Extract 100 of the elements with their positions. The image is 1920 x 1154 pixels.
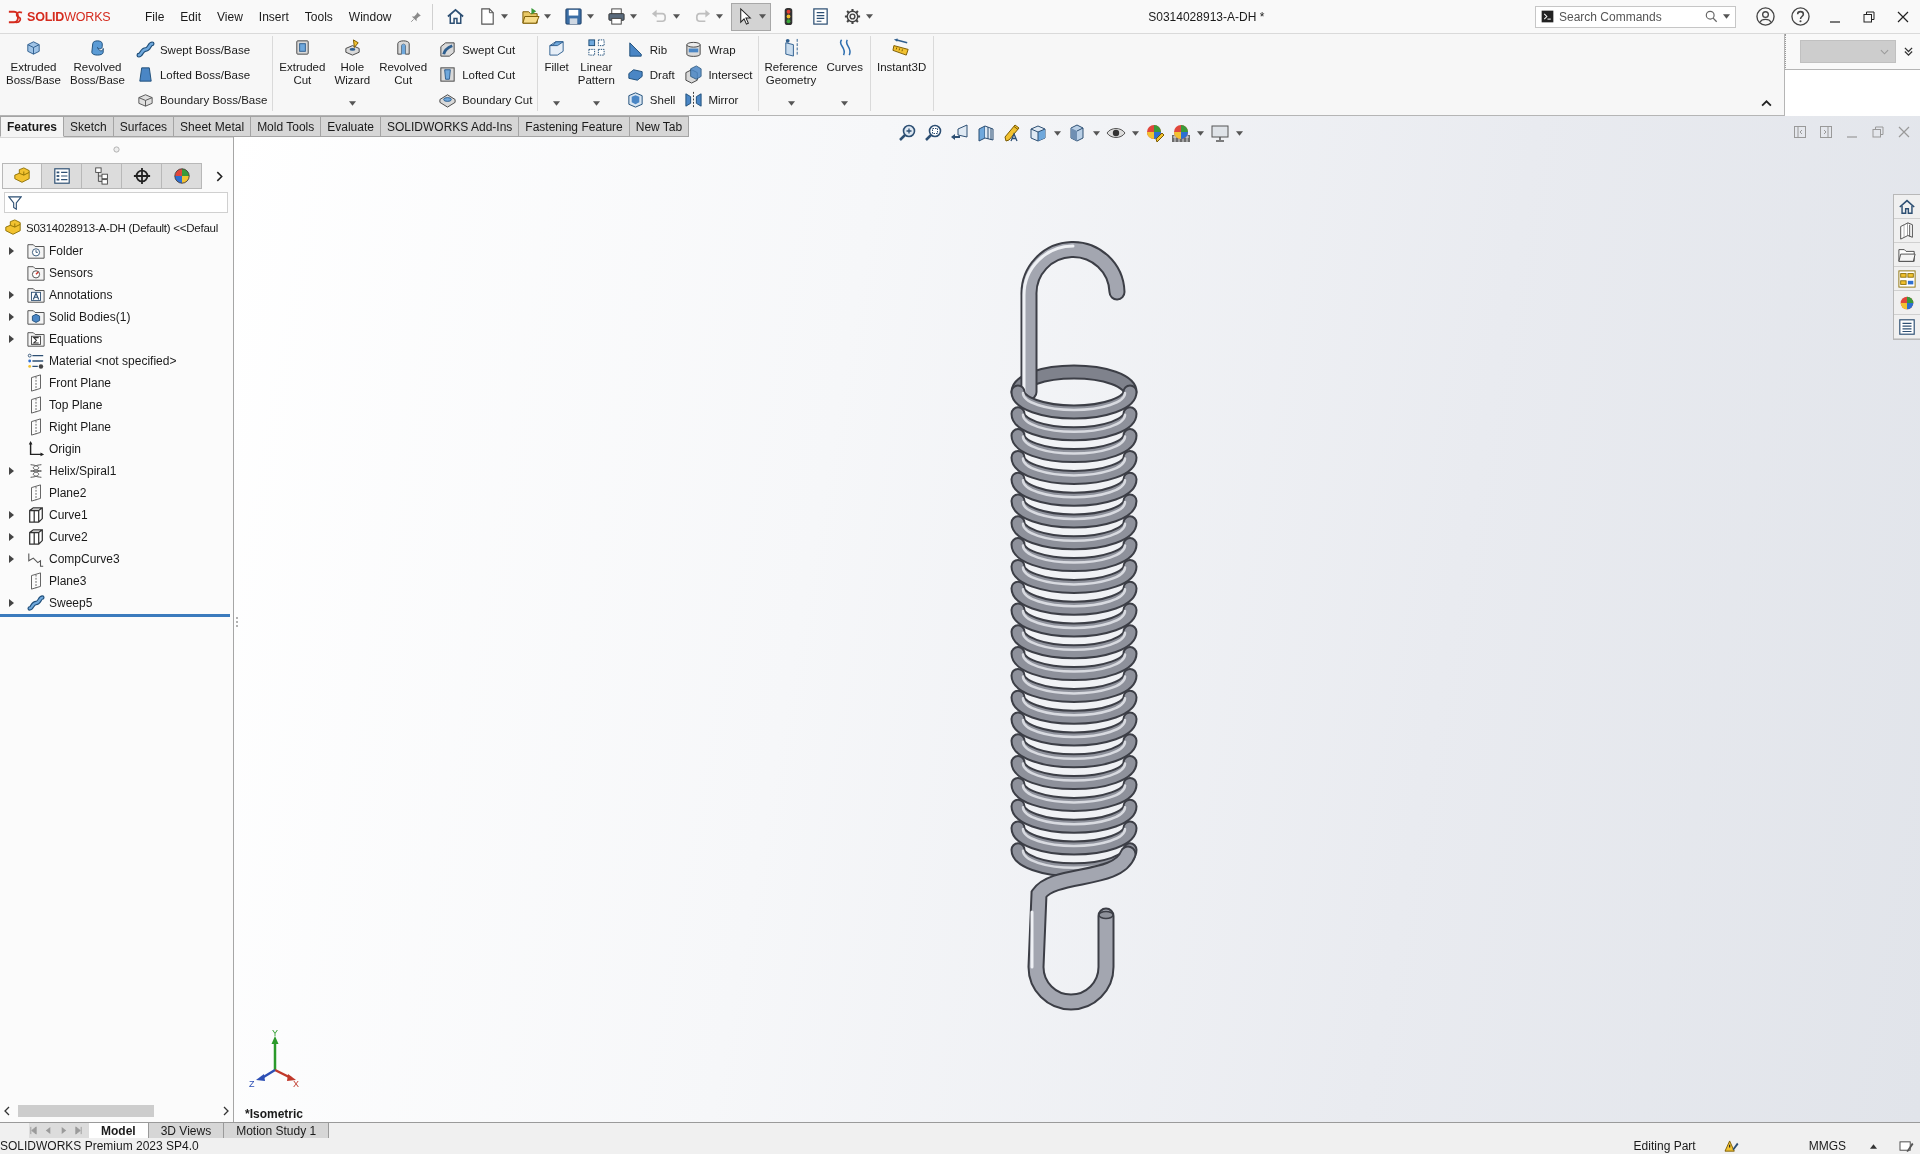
tree-item[interactable]: Origin <box>49 442 81 456</box>
command-tab[interactable]: Features <box>0 116 65 137</box>
bottom-tab[interactable]: Motion Study 1 <box>224 1123 330 1138</box>
tree-item[interactable]: CompCurve3 <box>49 552 120 566</box>
command-button[interactable]: Mirror <box>682 87 755 112</box>
menu-item[interactable]: Window <box>340 5 400 28</box>
grip-handle-icon[interactable] <box>113 146 120 153</box>
command-button[interactable]: Boundary Boss/Base <box>133 87 270 112</box>
command-button[interactable]: Revolved Boss/Base <box>65 36 129 112</box>
search-icon[interactable] <box>1705 10 1718 23</box>
warning-pencil-icon[interactable] <box>1723 1139 1739 1153</box>
caret-up-icon[interactable] <box>1870 1143 1877 1149</box>
command-button[interactable]: Lofted Boss/Base <box>133 62 270 87</box>
task-pane-tab[interactable] <box>1894 219 1920 243</box>
expand-arrow-icon[interactable] <box>9 247 14 255</box>
command-button[interactable]: Lofted Cut <box>436 62 535 87</box>
expand-arrow-icon[interactable] <box>9 533 14 541</box>
panel-tab[interactable] <box>42 163 82 189</box>
command-tab[interactable]: Surfaces <box>113 116 175 137</box>
command-tab[interactable]: SOLIDWORKS Add-Ins <box>380 116 520 137</box>
close-icon[interactable] <box>1897 10 1909 23</box>
expand-arrow-icon[interactable] <box>9 555 14 563</box>
search-bar[interactable]: Search Commands <box>1535 5 1736 28</box>
note-pencil-icon[interactable] <box>1899 1139 1914 1153</box>
chevron-right-icon[interactable] <box>216 170 223 182</box>
expand-arrow-icon[interactable] <box>9 335 14 343</box>
chevron-right-icon[interactable] <box>223 1106 229 1116</box>
tree-item[interactable]: Folder <box>49 244 83 258</box>
command-button[interactable]: Extruded Boss/Base <box>2 36 65 112</box>
command-button[interactable]: Instant3D <box>873 36 931 112</box>
menu-item[interactable]: View <box>209 5 251 28</box>
tile-left-icon[interactable] <box>1794 126 1806 138</box>
command-tab[interactable]: Fastening Feature <box>519 116 630 137</box>
command-button[interactable]: Fillet <box>540 36 573 112</box>
command-tab[interactable]: New Tab <box>629 116 690 137</box>
section-view-button[interactable] <box>976 122 996 144</box>
command-tab[interactable]: Mold Tools <box>251 116 322 137</box>
chevron-left-icon[interactable] <box>4 1106 10 1116</box>
command-button[interactable]: Hole Wizard <box>330 36 375 112</box>
task-pane-tab[interactable] <box>1894 267 1920 291</box>
user-icon[interactable] <box>1756 7 1775 26</box>
tree-item[interactable]: Top Plane <box>49 398 103 412</box>
edit-appearance-button[interactable] <box>1145 122 1165 144</box>
dynamic-annotation-button[interactable] <box>1002 122 1022 144</box>
command-button[interactable]: Rib <box>623 37 678 62</box>
caret-icon[interactable] <box>1723 14 1730 19</box>
menu-item[interactable]: Tools <box>296 5 341 28</box>
panel-tab[interactable] <box>122 163 162 189</box>
tree-item[interactable]: Solid Bodies(1) <box>49 310 131 324</box>
double-chevron-icon[interactable] <box>1904 47 1913 56</box>
display-style-button[interactable] <box>1067 122 1100 144</box>
view-settings-button[interactable] <box>1210 122 1243 144</box>
tree-item[interactable]: Material <not specified> <box>49 354 177 368</box>
command-button[interactable]: Draft <box>623 62 678 87</box>
tile-right-icon[interactable] <box>1820 126 1832 138</box>
command-tab[interactable]: Evaluate <box>321 116 381 137</box>
menu-item[interactable]: Insert <box>250 5 297 28</box>
command-button[interactable]: Boundary Cut <box>436 87 535 112</box>
expand-arrow-icon[interactable] <box>9 511 14 519</box>
tree-item[interactable]: Sweep5 <box>49 596 93 610</box>
expand-arrow-icon[interactable] <box>9 467 14 475</box>
spring-model[interactable] <box>1010 241 1138 1011</box>
expand-arrow-icon[interactable] <box>9 313 14 321</box>
tree-item[interactable]: Helix/Spiral1 <box>49 464 117 478</box>
tree-root[interactable]: S0314028913-A-DH (Default) <<Defaul <box>26 222 218 234</box>
search-field[interactable]: Search Commands <box>1559 7 1700 26</box>
tree-item[interactable]: Curve1 <box>49 508 88 522</box>
tree-item[interactable]: Plane2 <box>49 486 87 500</box>
restore-icon[interactable] <box>1863 10 1875 23</box>
filter-field[interactable] <box>4 192 228 213</box>
command-button[interactable]: Extruded Cut <box>275 36 330 112</box>
command-button[interactable]: Revolved Cut <box>375 36 432 112</box>
menu-item[interactable]: Edit <box>172 5 210 28</box>
collapse-ribbon-button[interactable] <box>1759 98 1774 109</box>
tree-item[interactable]: Sensors <box>49 266 94 280</box>
bottom-tab[interactable]: 3D Views <box>148 1123 225 1138</box>
tree-item[interactable]: Right Plane <box>49 420 112 434</box>
apply-scene-button[interactable] <box>1171 122 1204 144</box>
tree-item[interactable]: Front Plane <box>49 376 112 390</box>
command-button[interactable]: Swept Cut <box>436 37 535 62</box>
view-orientation-button[interactable] <box>1028 122 1061 144</box>
units-selector[interactable]: MMGS <box>1808 1139 1846 1153</box>
command-button[interactable]: Intersect <box>682 62 755 87</box>
expand-arrow-icon[interactable] <box>9 599 14 607</box>
command-button[interactable]: Swept Boss/Base <box>133 37 270 62</box>
splitter-handle-icon[interactable] <box>235 616 239 628</box>
select-button[interactable] <box>730 2 771 31</box>
expand-arrow-icon[interactable] <box>9 291 14 299</box>
pin-icon[interactable] <box>409 10 422 23</box>
tree-item[interactable]: Plane3 <box>49 574 87 588</box>
command-tab[interactable]: Sheet Metal <box>174 116 252 137</box>
command-button[interactable]: Wrap <box>682 37 755 62</box>
tree-item[interactable]: Equations <box>49 332 103 346</box>
panel-tab[interactable] <box>82 163 122 189</box>
bottom-tab[interactable]: Model <box>89 1123 149 1138</box>
command-button[interactable]: Shell <box>623 87 678 112</box>
tree-item[interactable]: Curve2 <box>49 530 88 544</box>
command-button[interactable]: Reference Geometry <box>760 36 822 112</box>
tree-item[interactable]: Annotations <box>49 288 113 302</box>
command-button[interactable]: Curves <box>822 36 867 112</box>
